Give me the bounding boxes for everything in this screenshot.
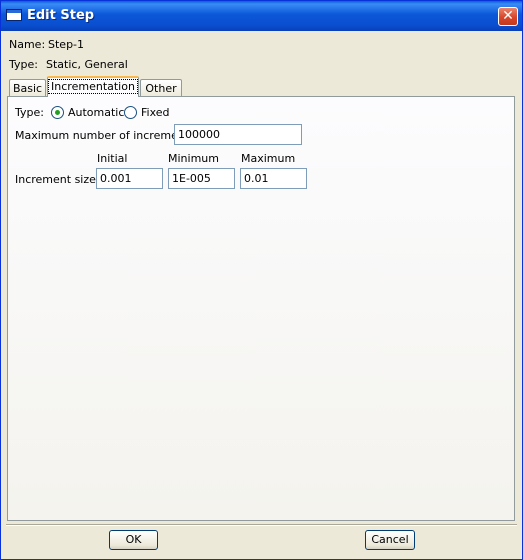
edit-step-dialog: Edit Step ✕ Name: Step-1 Type: Static, G… bbox=[0, 0, 523, 560]
ok-button[interactable]: OK bbox=[109, 530, 158, 550]
title-bar[interactable]: Edit Step ✕ bbox=[1, 1, 522, 31]
increment-size-label: Increment size: bbox=[15, 173, 100, 186]
automatic-radio[interactable] bbox=[51, 106, 64, 119]
tab-other-label: Other bbox=[145, 82, 177, 95]
increment-type-label: Type: bbox=[15, 106, 44, 119]
minimum-increment-input[interactable]: 1E-005 bbox=[168, 168, 235, 189]
type-label: Type: bbox=[9, 58, 38, 71]
tab-incrementation[interactable]: Incrementation bbox=[47, 76, 139, 97]
tab-basic[interactable]: Basic bbox=[9, 79, 46, 97]
maximum-increment-input[interactable]: 0.01 bbox=[240, 168, 307, 189]
tab-other[interactable]: Other bbox=[140, 79, 182, 97]
window-icon bbox=[6, 9, 22, 21]
close-button[interactable]: ✕ bbox=[498, 7, 518, 26]
initial-increment-input[interactable]: 0.001 bbox=[96, 168, 163, 189]
fixed-label[interactable]: Fixed bbox=[141, 106, 170, 119]
minimum-column-header: Minimum bbox=[168, 152, 219, 165]
initial-column-header: Initial bbox=[97, 152, 128, 165]
incrementation-panel: Type: Automatic Fixed Maximum number of … bbox=[7, 96, 515, 521]
automatic-label[interactable]: Automatic bbox=[68, 106, 124, 119]
fixed-radio[interactable] bbox=[124, 106, 137, 119]
tab-incrementation-label: Incrementation bbox=[48, 79, 138, 94]
dialog-body: Name: Step-1 Type: Static, General Basic… bbox=[4, 31, 519, 556]
button-separator bbox=[6, 524, 517, 526]
name-value: Step-1 bbox=[48, 38, 85, 51]
tab-basic-label: Basic bbox=[12, 82, 43, 95]
maximum-column-header: Maximum bbox=[241, 152, 296, 165]
type-value: Static, General bbox=[46, 58, 128, 71]
max-increments-label: Maximum number of increments: bbox=[15, 129, 199, 142]
max-increments-input[interactable]: 100000 bbox=[174, 124, 302, 145]
close-icon: ✕ bbox=[502, 8, 514, 24]
tab-bar: Basic Incrementation Other bbox=[9, 76, 209, 97]
name-label: Name: bbox=[9, 38, 46, 51]
cancel-button[interactable]: Cancel bbox=[365, 530, 415, 550]
window-title: Edit Step bbox=[27, 8, 95, 23]
